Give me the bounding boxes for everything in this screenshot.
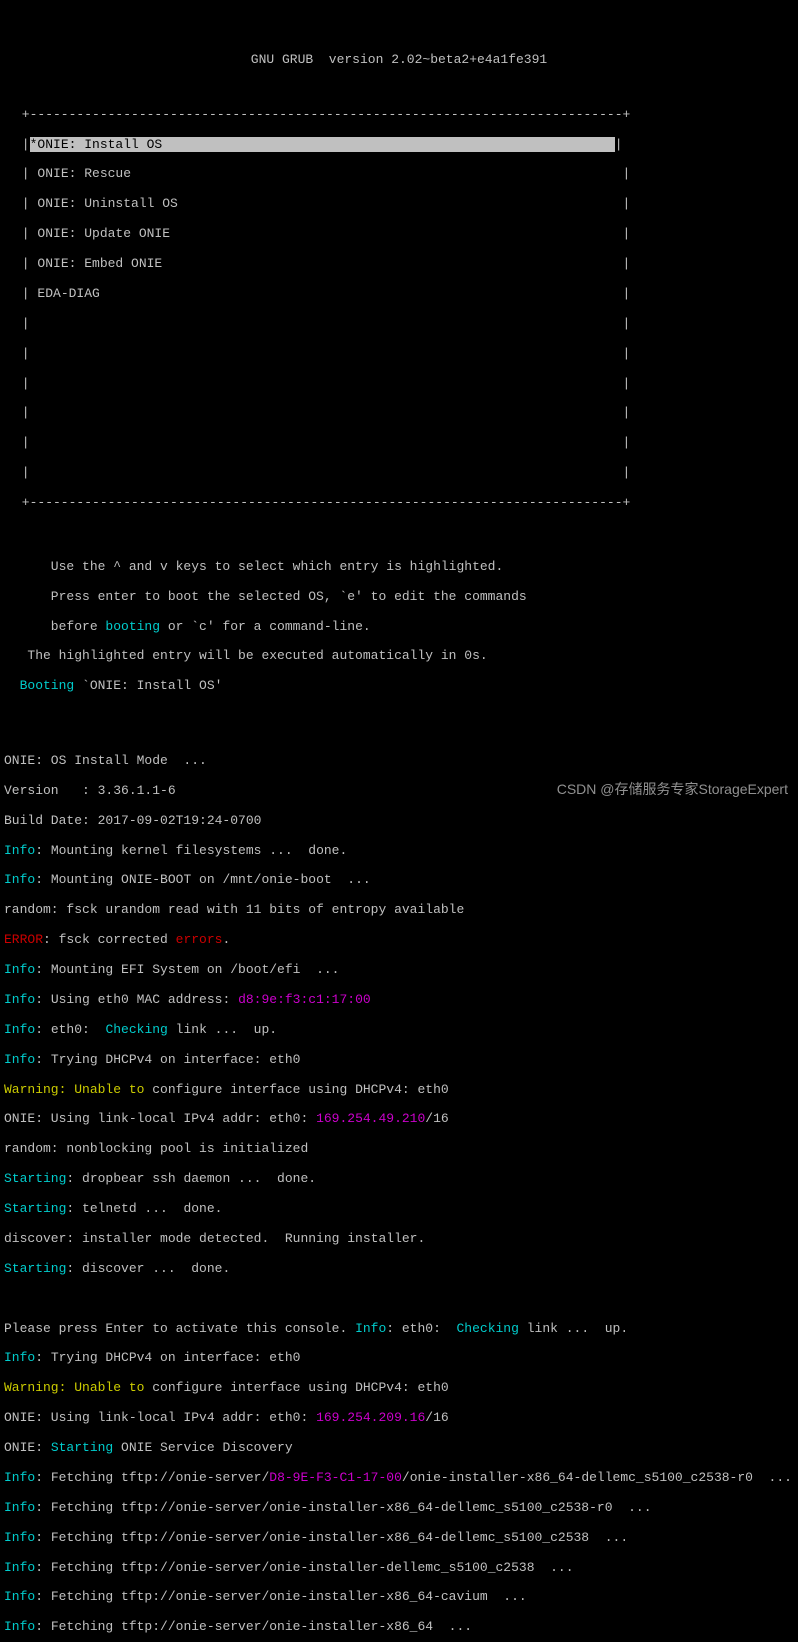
instr-booting: Booting `ONIE: Install OS'	[4, 679, 794, 694]
log-line: ONIE: Using link-local IPv4 addr: eth0: …	[4, 1112, 794, 1127]
menu-item-embed[interactable]: ONIE: Embed ONIE	[30, 256, 163, 271]
menu-row-empty: | |	[14, 347, 784, 362]
blank-line	[4, 1292, 794, 1307]
log-line: Info: Fetching tftp://onie-server/onie-i…	[4, 1620, 794, 1635]
menu-row[interactable]: | EDA-DIAG |	[14, 287, 784, 302]
log-line: Info: Using eth0 MAC address: d8:9e:f3:c…	[4, 993, 794, 1008]
menu-item-install-os[interactable]: *ONIE: Install OS	[30, 137, 615, 152]
instr-line: Use the ^ and v keys to select which ent…	[4, 560, 794, 575]
log-line: Info: Trying DHCPv4 on interface: eth0	[4, 1351, 794, 1366]
instr-line: The highlighted entry will be executed a…	[4, 649, 794, 664]
grub-title: GNU GRUB version 2.02~beta2+e4a1fe391	[4, 53, 794, 68]
log-line: Info: Fetching tftp://onie-server/onie-i…	[4, 1561, 794, 1576]
instructions: Use the ^ and v keys to select which ent…	[4, 545, 794, 709]
log-line: Info: Fetching tftp://onie-server/onie-i…	[4, 1590, 794, 1605]
log-line: ONIE: OS Install Mode ...	[4, 754, 794, 769]
menu-row-empty: | |	[14, 436, 784, 451]
log-line: Info: Fetching tftp://onie-server/onie-i…	[4, 1531, 794, 1546]
log-line: Info: Trying DHCPv4 on interface: eth0	[4, 1053, 794, 1068]
menu-item-eda[interactable]: EDA-DIAG	[30, 286, 100, 301]
menu-row-empty: | |	[14, 466, 784, 481]
menu-item-rescue[interactable]: ONIE: Rescue	[30, 166, 131, 181]
log-line: Info: Mounting ONIE-BOOT on /mnt/onie-bo…	[4, 873, 794, 888]
menu-row-empty: | |	[14, 406, 784, 421]
border-top: +---------------------------------------…	[14, 108, 784, 123]
menu-row-empty: | |	[14, 377, 784, 392]
log-line: Info: Mounting kernel filesystems ... do…	[4, 844, 794, 859]
menu-row-empty: | |	[14, 317, 784, 332]
menu-row[interactable]: | ONIE: Embed ONIE |	[14, 257, 784, 272]
log-line: Starting: telnetd ... done.	[4, 1202, 794, 1217]
log-line: Warning: Unable to configure interface u…	[4, 1083, 794, 1098]
blank-line	[4, 724, 794, 739]
menu-row[interactable]: | ONIE: Rescue |	[14, 167, 784, 182]
instr-line: before booting or `c' for a command-line…	[4, 620, 794, 635]
watermark: CSDN @存储服务专家StorageExpert	[557, 781, 788, 797]
log-line: Warning: Unable to configure interface u…	[4, 1381, 794, 1396]
menu-row[interactable]: | ONIE: Update ONIE |	[14, 227, 784, 242]
log-line: Info: Fetching tftp://onie-server/D8-9E-…	[4, 1471, 794, 1486]
menu-item-uninstall[interactable]: ONIE: Uninstall OS	[30, 196, 178, 211]
log-line: discover: installer mode detected. Runni…	[4, 1232, 794, 1247]
menu-row[interactable]: | ONIE: Uninstall OS |	[14, 197, 784, 212]
grub-menu[interactable]: +---------------------------------------…	[14, 93, 784, 526]
log-line: Please press Enter to activate this cons…	[4, 1322, 794, 1337]
border-bottom: +---------------------------------------…	[14, 496, 784, 511]
log-line: Info: Mounting EFI System on /boot/efi .…	[4, 963, 794, 978]
menu-row[interactable]: |*ONIE: Install OS |	[14, 138, 784, 153]
log-line: random: fsck urandom read with 11 bits o…	[4, 903, 794, 918]
log-line: Starting: discover ... done.	[4, 1262, 794, 1277]
menu-item-update[interactable]: ONIE: Update ONIE	[30, 226, 170, 241]
log-line: random: nonblocking pool is initialized	[4, 1142, 794, 1157]
log-line: Info: Fetching tftp://onie-server/onie-i…	[4, 1501, 794, 1516]
log-line: ONIE: Starting ONIE Service Discovery	[4, 1441, 794, 1456]
instr-line: Press enter to boot the selected OS, `e'…	[4, 590, 794, 605]
log-line: ERROR: fsck corrected errors.	[4, 933, 794, 948]
log-line: Build Date: 2017-09-02T19:24-0700	[4, 814, 794, 829]
log-line: ONIE: Using link-local IPv4 addr: eth0: …	[4, 1411, 794, 1426]
log-line: Starting: dropbear ssh daemon ... done.	[4, 1172, 794, 1187]
log-line: Info: eth0: Checking link ... up.	[4, 1023, 794, 1038]
